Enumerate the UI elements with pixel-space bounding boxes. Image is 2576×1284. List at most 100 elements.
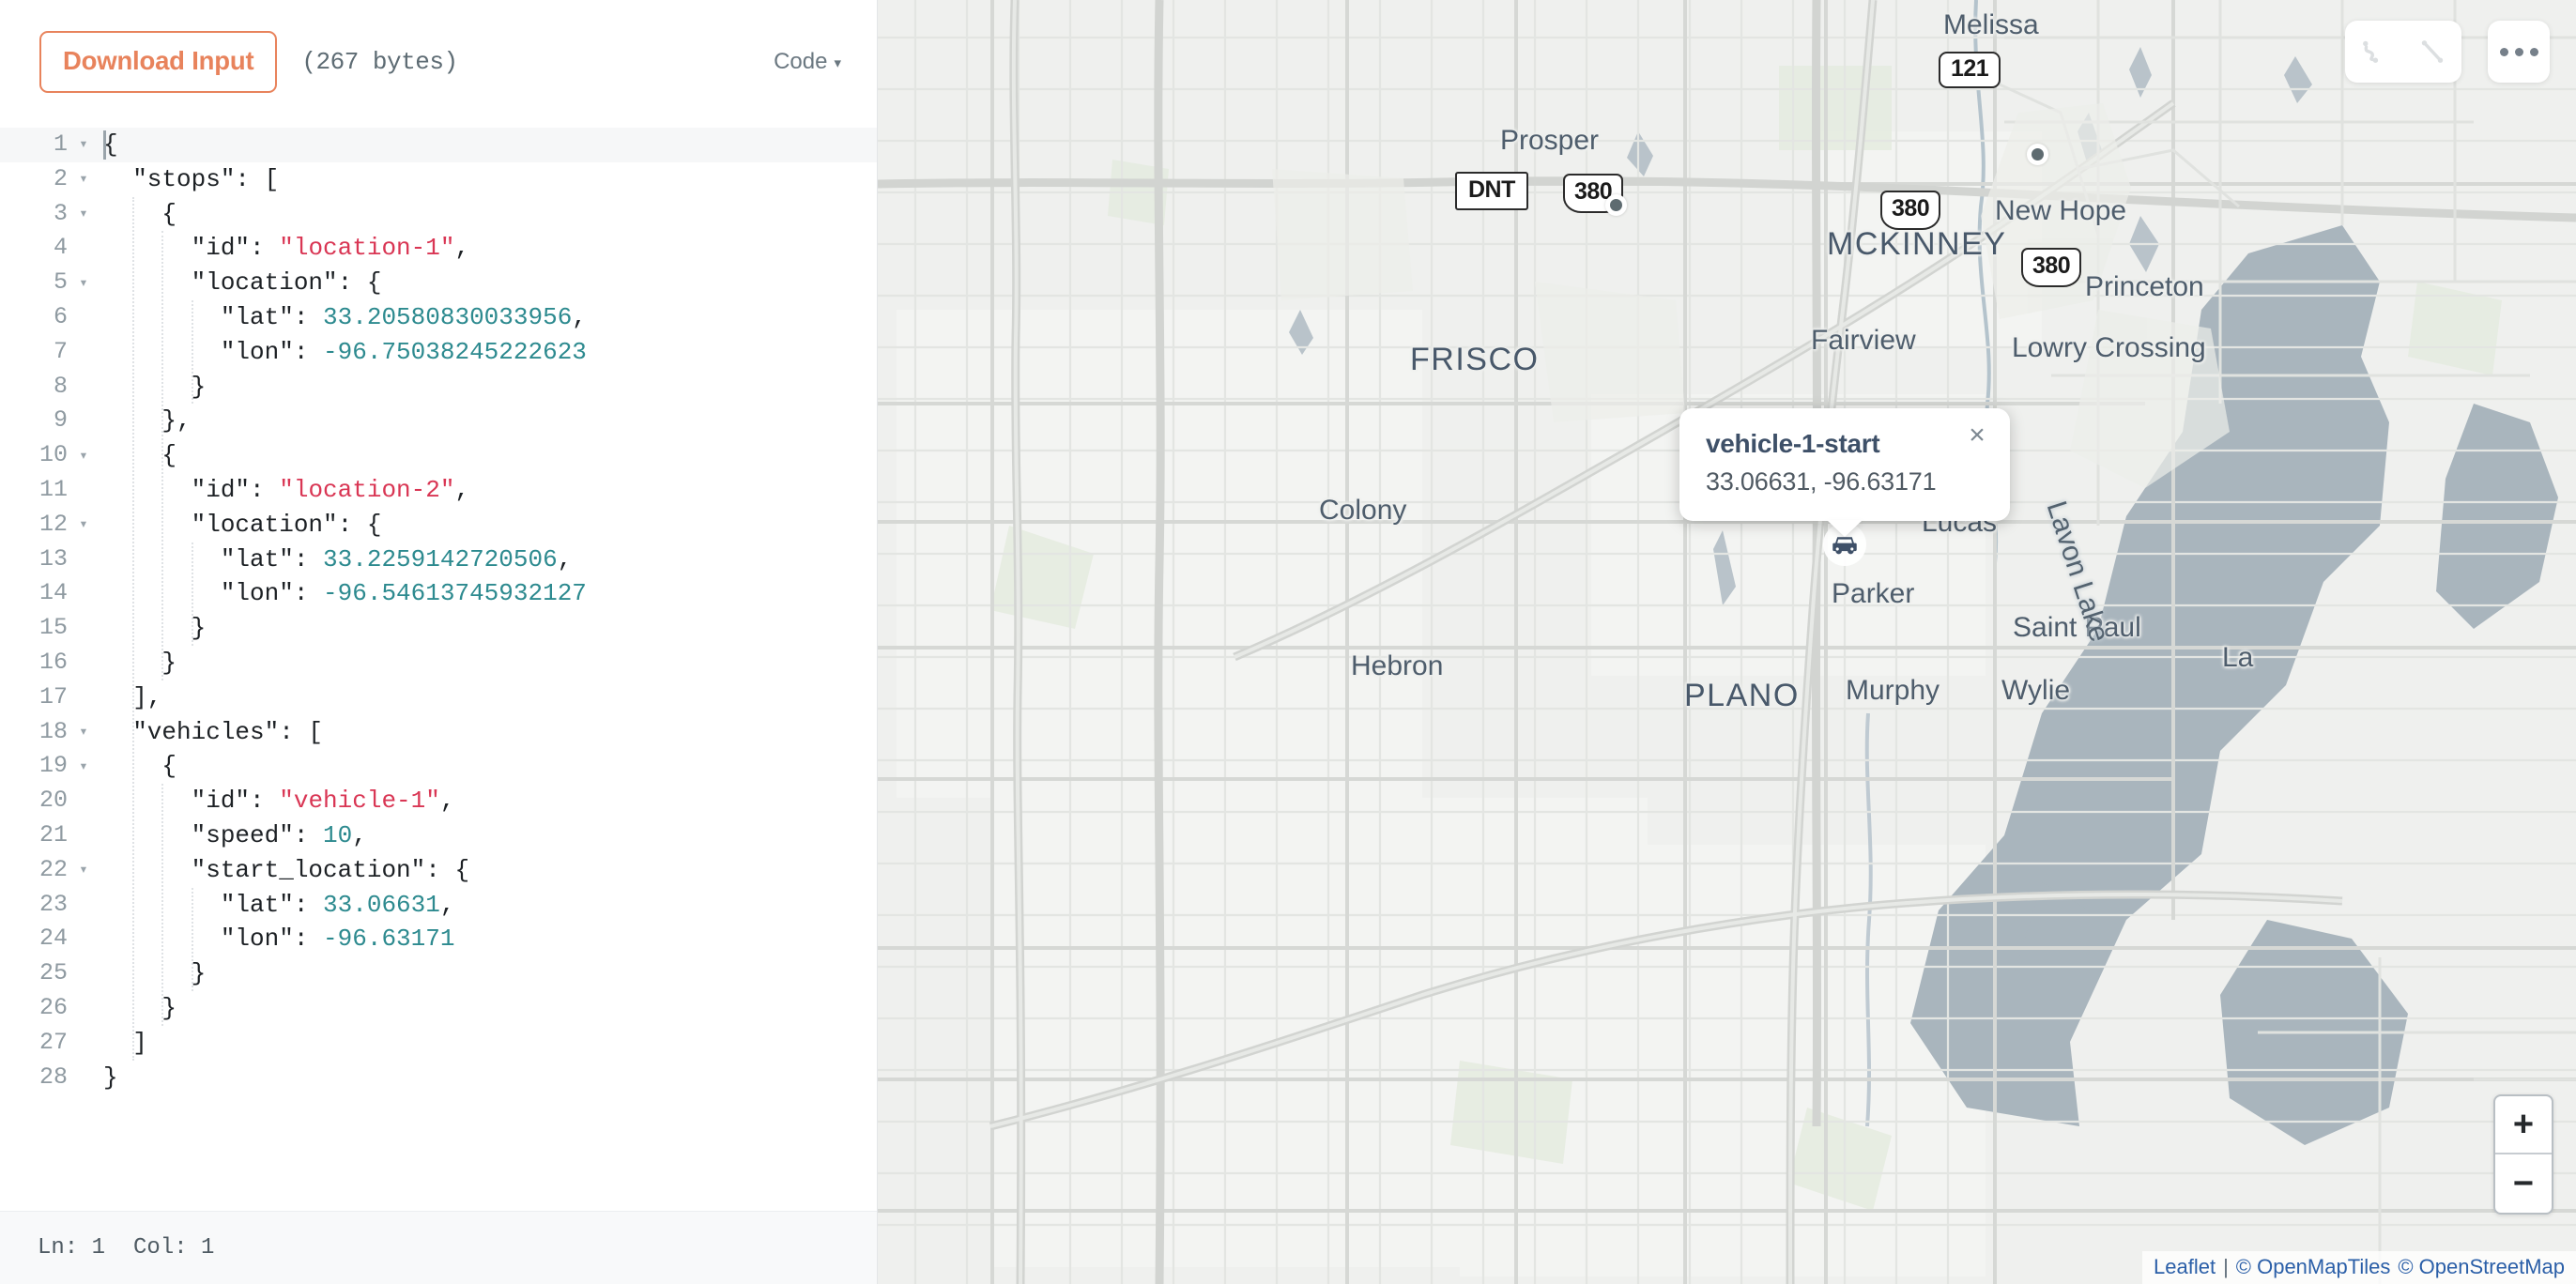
token-key: "speed":	[103, 820, 324, 849]
code-format-dropdown[interactable]: Code ▾	[774, 49, 841, 75]
line-number: 20	[38, 787, 68, 815]
token-punct: ,	[439, 787, 455, 816]
code-line-text: {	[103, 749, 176, 784]
code-line-text: {	[103, 438, 176, 473]
cursor-column-indicator: Col: 1	[133, 1235, 215, 1261]
line-number: 15	[38, 614, 68, 642]
dot	[2529, 47, 2538, 56]
token-key: "lon":	[103, 579, 324, 608]
code-editor-scroll-area[interactable]: 1 ▾{2 ▾ "stops": [3 ▾ {4 "id": "location-1"…	[0, 124, 877, 1211]
code-line[interactable]: 5 ▾ "location": {	[0, 266, 877, 300]
fold-arrow-icon[interactable]: ▾	[68, 449, 100, 464]
code-line-text: "lat": 33.20580830033956,	[103, 300, 587, 335]
text-cursor	[103, 130, 106, 160]
code-line[interactable]: 1 ▾{	[0, 128, 877, 162]
code-line[interactable]: 19 ▾ {	[0, 749, 877, 784]
code-line[interactable]: 11 "id": "location-2",	[0, 473, 877, 508]
popup-coordinates: 33.06631, -96.63171	[1706, 467, 1937, 496]
token-num: 33.20580830033956	[323, 302, 573, 331]
code-line-text: "location": {	[103, 266, 382, 300]
line-number: 5	[53, 268, 68, 297]
code-line[interactable]: 17 ],	[0, 680, 877, 715]
code-line-text: }	[103, 1061, 118, 1095]
code-line[interactable]: 7 "lon": -96.75038245222623	[0, 335, 877, 370]
token-punct: ],	[103, 682, 162, 711]
code-line[interactable]: 18 ▾ "vehicles": [	[0, 715, 877, 750]
code-line[interactable]: 10 ▾ {	[0, 438, 877, 473]
map-attribution[interactable]: Leaflet | © OpenMapTiles © OpenStreetMap	[2142, 1251, 2576, 1284]
line-number: 23	[38, 890, 68, 918]
token-punct: ,	[454, 475, 470, 504]
code-line[interactable]: 16 }	[0, 646, 877, 680]
zoom-in-button[interactable]: +	[2495, 1096, 2552, 1154]
straight-line-route-button[interactable]	[2403, 21, 2461, 83]
route-shield-121: 121	[1939, 52, 2001, 88]
code-line[interactable]: 23 "lat": 33.06631,	[0, 888, 877, 923]
fold-arrow-icon[interactable]: ▾	[68, 725, 100, 740]
code-line[interactable]: 24 "lon": -96.63171	[0, 922, 877, 956]
code-line[interactable]: 4 "id": "location-1",	[0, 231, 877, 266]
code-line[interactable]: 21 "speed": 10,	[0, 818, 877, 853]
fold-arrow-icon[interactable]: ▾	[68, 863, 100, 878]
dot	[2499, 47, 2508, 56]
code-line-text: "lon": -96.54613745932127	[103, 576, 587, 611]
token-num: -96.63171	[323, 925, 455, 954]
map-panel[interactable]: Melissa Prosper New Hope MCKINNEY Princeton F…	[878, 0, 2576, 1284]
leaflet-link[interactable]: Leaflet	[2154, 1255, 2216, 1279]
code-line[interactable]: 28}	[0, 1061, 877, 1095]
popup-title: vehicle-1-start	[1706, 429, 1880, 458]
vehicle-popup[interactable]: vehicle-1-start 33.06631, -96.63171 ×	[1679, 408, 2010, 537]
token-key: "stops": [	[103, 164, 280, 193]
fold-arrow-icon[interactable]: ▾	[68, 276, 100, 291]
code-line[interactable]: 25 }	[0, 956, 877, 991]
line-number: 16	[38, 648, 68, 676]
code-line[interactable]: 13 "lat": 33.2259142720506,	[0, 543, 877, 577]
fold-arrow-icon[interactable]: ▾	[68, 137, 100, 152]
chevron-down-icon: ▾	[834, 54, 841, 71]
code-line-text: "id": "location-1",	[103, 231, 469, 266]
app-root: Download Input (267 bytes) Code ▾ 1 ▾{2 ▾ …	[0, 0, 2576, 1284]
code-line[interactable]: 9 },	[0, 404, 877, 438]
fold-arrow-icon[interactable]: ▾	[68, 517, 100, 532]
close-icon[interactable]: ×	[1961, 421, 1993, 453]
map-tile-canvas[interactable]	[878, 0, 2576, 1284]
code-line[interactable]: 27 ]	[0, 1026, 877, 1061]
code-line-text: "id": "vehicle-1",	[103, 784, 455, 818]
code-line[interactable]: 12 ▾ "location": {	[0, 508, 877, 543]
token-num: 33.2259142720506	[323, 544, 558, 573]
code-line[interactable]: 3 ▾ {	[0, 197, 877, 232]
line-number: 18	[38, 717, 68, 745]
token-punct: {	[103, 199, 177, 228]
stop-marker-location-2[interactable]	[2027, 144, 2048, 165]
fold-arrow-icon[interactable]: ▾	[68, 759, 100, 774]
zoom-out-button[interactable]: −	[2495, 1154, 2552, 1213]
download-input-button[interactable]: Download Input	[39, 31, 278, 93]
code-line[interactable]: 8 }	[0, 370, 877, 405]
zoom-controls[interactable]: + −	[2493, 1094, 2553, 1215]
route-display-toggle-group[interactable]	[2345, 21, 2461, 83]
openstreetmap-link[interactable]: © OpenStreetMap	[2398, 1255, 2565, 1279]
code-line[interactable]: 6 "lat": 33.20580830033956,	[0, 300, 877, 335]
token-punct: ,	[572, 302, 587, 331]
code-line-text: "vehicles": [	[103, 715, 323, 750]
code-line[interactable]: 15 }	[0, 611, 877, 646]
fold-arrow-icon[interactable]: ▾	[68, 172, 100, 187]
openmaptiles-link[interactable]: © OpenMapTiles	[2236, 1255, 2391, 1279]
more-options-group[interactable]	[2488, 21, 2550, 83]
code-editor-lines[interactable]: 1 ▾{2 ▾ "stops": [3 ▾ {4 "id": "location-1"…	[0, 124, 877, 1094]
token-key: "lat":	[103, 544, 324, 573]
code-line[interactable]: 14 "lon": -96.54613745932127	[0, 576, 877, 611]
token-key: "id":	[103, 475, 280, 504]
code-line[interactable]: 20 "id": "vehicle-1",	[0, 784, 877, 818]
fold-arrow-icon[interactable]: ▾	[68, 206, 100, 222]
code-line[interactable]: 22 ▾ "start_location": {	[0, 853, 877, 888]
stop-marker-location-1[interactable]	[1605, 194, 1627, 216]
code-line[interactable]: 26 }	[0, 991, 877, 1026]
code-line-text: }	[103, 646, 176, 680]
code-line[interactable]: 2 ▾ "stops": [	[0, 162, 877, 197]
curved-route-button[interactable]	[2345, 21, 2403, 83]
code-line-text: "lon": -96.63171	[103, 922, 455, 956]
ellipsis-icon[interactable]	[2488, 21, 2550, 83]
token-key: "lat":	[103, 890, 324, 919]
line-number: 3	[53, 199, 68, 227]
